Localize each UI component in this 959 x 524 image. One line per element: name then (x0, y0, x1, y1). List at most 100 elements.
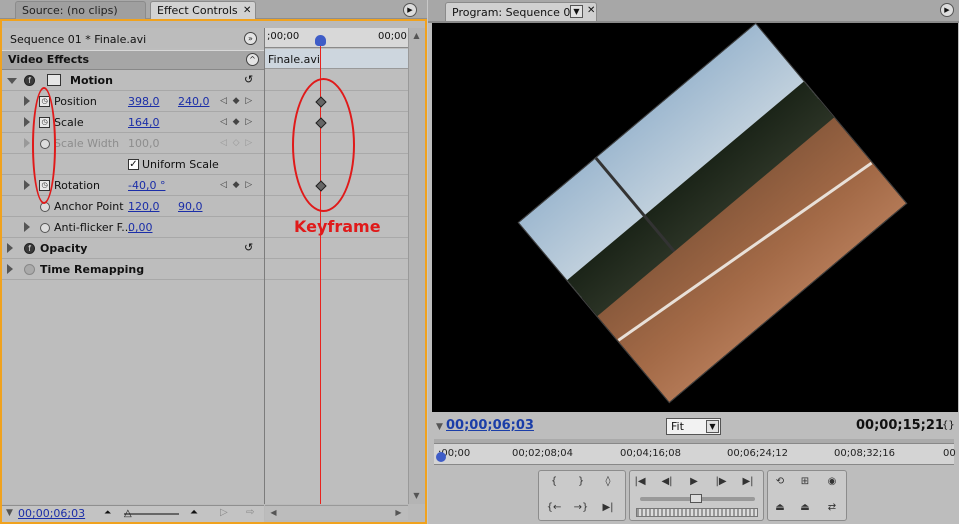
scroll-right-icon[interactable]: ▶ (391, 506, 406, 519)
footer-timecode[interactable]: 00;00;06;03 (18, 507, 85, 520)
shuttle-thumb[interactable] (690, 494, 702, 503)
step-back-icon[interactable]: ◀| (657, 473, 677, 490)
expand-rotation-icon[interactable] (24, 180, 30, 190)
zoom-slider[interactable] (124, 513, 179, 515)
expand-antiflicker-icon[interactable] (24, 222, 30, 232)
expand-motion-icon[interactable] (7, 78, 17, 84)
set-marker-icon[interactable]: ◊ (598, 473, 618, 490)
play-audio-icon[interactable]: ▷ (220, 507, 228, 518)
ruler-tick: 00 (943, 448, 956, 459)
safe-margins-icon[interactable]: ⊞ (795, 473, 815, 490)
transform-icon[interactable] (47, 74, 61, 86)
tab-program-label: Program: Sequence 01 (452, 6, 578, 19)
program-panel-menu-icon[interactable]: ▶ (940, 3, 954, 17)
extract-icon[interactable]: ⏏ (795, 499, 815, 516)
reset-icon[interactable]: ↺ (244, 73, 253, 86)
zoom-dropdown-icon[interactable]: ▼ (706, 420, 719, 433)
ruler-tick: 00;02;08;04 (512, 448, 574, 459)
keyframe-annotation-label: Keyframe (294, 217, 381, 236)
scale-label: Scale (54, 116, 84, 129)
panel-menu-icon[interactable]: ▶ (403, 3, 417, 17)
antiflicker-label: Anti-flicker F... (54, 221, 132, 234)
ruler-start-label: ;00;00 (267, 31, 300, 42)
uniform-scale-label: Uniform Scale (142, 158, 219, 171)
ruler-tick: 00;04;16;08 (620, 448, 682, 459)
antiflicker-stopwatch-icon[interactable] (40, 223, 50, 233)
sequence-label: Sequence 01 * Finale.avi (10, 33, 147, 46)
marker-icon[interactable]: {} (942, 420, 955, 431)
scroll-up-icon[interactable]: ▲ (409, 29, 424, 42)
scroll-down-icon[interactable]: ▼ (409, 489, 424, 502)
clip-name-label: Finale.avi (268, 53, 320, 66)
timeline-hscroll[interactable] (265, 505, 408, 520)
expand-scale-icon[interactable] (24, 117, 30, 127)
footer-menu-icon[interactable]: ▼ (6, 508, 13, 518)
close-tab-icon[interactable]: ✕ (243, 2, 251, 19)
effect-controls-scrollbar[interactable] (408, 28, 425, 504)
video-effects-title: Video Effects (8, 53, 90, 66)
timeline-divider (265, 258, 408, 259)
step-forward-icon[interactable]: |▶ (711, 473, 731, 490)
ruler-tick: 00;06;24;12 (727, 448, 789, 459)
mark-out-icon[interactable]: } (571, 473, 591, 490)
position-keyframe-nav[interactable]: ◁ ◆ ▷ (220, 96, 252, 106)
previous-edit-icon[interactable]: |◀ (630, 473, 650, 490)
motion-label: Motion (70, 74, 113, 87)
output-icon[interactable]: ◉ (822, 473, 842, 490)
position-y-value[interactable]: 240,0 (178, 95, 210, 108)
anchor-x-value[interactable]: 120,0 (128, 200, 160, 213)
stopwatch-annotation-ellipse (32, 87, 56, 204)
loop-icon[interactable]: ⟲ (770, 473, 790, 490)
program-playhead[interactable] (436, 452, 446, 462)
playhead-handle[interactable] (315, 35, 326, 46)
expand-time-remap-icon[interactable] (7, 264, 13, 274)
collapse-icon[interactable]: ^ (246, 53, 259, 66)
keyframe-annotation-ellipse (292, 78, 355, 212)
sequence-dropdown-icon[interactable]: ▼ (570, 5, 583, 18)
scale-keyframe-nav[interactable]: ◁ ◆ ▷ (220, 117, 252, 127)
scroll-left-icon[interactable]: ◀ (266, 506, 281, 519)
fx-toggle-icon[interactable]: f (24, 75, 35, 86)
rotation-keyframe-nav[interactable]: ◁ ◆ ▷ (220, 180, 252, 190)
play-icon[interactable]: ▶ (684, 473, 704, 490)
zoom-in-icon[interactable]: ⏶ (190, 507, 198, 518)
position-x-value[interactable]: 398,0 (128, 95, 160, 108)
ruler-tick: 00;08;32;16 (834, 448, 896, 459)
timeline-divider (265, 279, 408, 280)
opacity-label: Opacity (40, 242, 88, 255)
close-program-tab-icon[interactable]: ✕ (587, 5, 595, 16)
tab-effect-controls[interactable]: Effect Controls ✕ (150, 1, 256, 19)
zoom-out-icon[interactable]: ⏶ (104, 508, 111, 518)
scale-value[interactable]: 164,0 (128, 116, 160, 129)
tab-effect-controls-label: Effect Controls (157, 4, 238, 17)
play-in-to-out-icon[interactable]: ▶| (598, 499, 618, 516)
timecode-menu-icon[interactable]: ▼ (436, 422, 443, 432)
opacity-fx-toggle-icon[interactable]: f (24, 243, 35, 254)
go-to-in-icon[interactable]: {← (544, 499, 564, 516)
trim-icon[interactable]: ⇄ (822, 499, 842, 516)
current-timecode[interactable]: 00;00;06;03 (446, 418, 534, 433)
show-timeline-toggle-icon[interactable]: » (244, 32, 257, 45)
mark-in-icon[interactable]: { (544, 473, 564, 490)
opacity-reset-icon[interactable]: ↺ (244, 241, 253, 254)
tab-source-label: Source: (no clips) (22, 4, 118, 17)
uniform-scale-checkbox[interactable]: ✓ (128, 159, 139, 170)
rotation-value[interactable]: -40,0 ° (128, 179, 165, 192)
tab-program-monitor[interactable]: Program: Sequence 01 ▼ ✕ (445, 2, 597, 21)
tab-source[interactable]: Source: (no clips) (15, 1, 146, 19)
scale-width-keyframe-nav: ◁ ◇ ▷ (220, 138, 253, 148)
antiflicker-value[interactable]: 0,00 (128, 221, 153, 234)
go-to-out-icon[interactable]: →} (571, 499, 591, 516)
zoom-slider-thumb[interactable]: △ (124, 508, 132, 519)
rotation-label: Rotation (54, 179, 101, 192)
loop-icon[interactable]: ⇨ (246, 507, 254, 518)
lift-icon[interactable]: ⏏ (770, 499, 790, 516)
next-edit-icon[interactable]: ▶| (738, 473, 758, 490)
anchor-y-value[interactable]: 90,0 (178, 200, 203, 213)
expand-opacity-icon[interactable] (7, 243, 13, 253)
duration-timecode: 00;00;15;21 (856, 418, 944, 433)
scale-width-value: 100,0 (128, 137, 160, 150)
expand-position-icon[interactable] (24, 96, 30, 106)
time-remapping-label: Time Remapping (40, 263, 145, 276)
jog-dial[interactable] (636, 508, 758, 517)
